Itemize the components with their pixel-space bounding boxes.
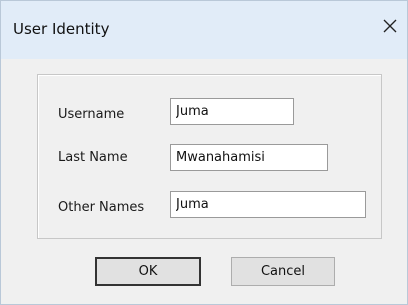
last-name-field[interactable]	[170, 144, 328, 171]
ok-button[interactable]: OK	[95, 257, 201, 286]
last-name-label: Last Name	[58, 150, 128, 165]
close-icon	[383, 19, 397, 33]
cancel-button[interactable]: Cancel	[231, 257, 335, 286]
dialog-frame: User Identity Username Last Name Other N…	[0, 0, 408, 305]
username-label: Username	[58, 107, 125, 122]
title-bar[interactable]: User Identity	[1, 1, 407, 59]
user-identity-dialog: User Identity Username Last Name Other N…	[0, 0, 408, 305]
other-names-field[interactable]	[170, 191, 366, 218]
username-field[interactable]	[170, 98, 294, 125]
window-title: User Identity	[13, 20, 110, 38]
close-button[interactable]	[373, 9, 407, 43]
other-names-label: Other Names	[58, 200, 145, 215]
